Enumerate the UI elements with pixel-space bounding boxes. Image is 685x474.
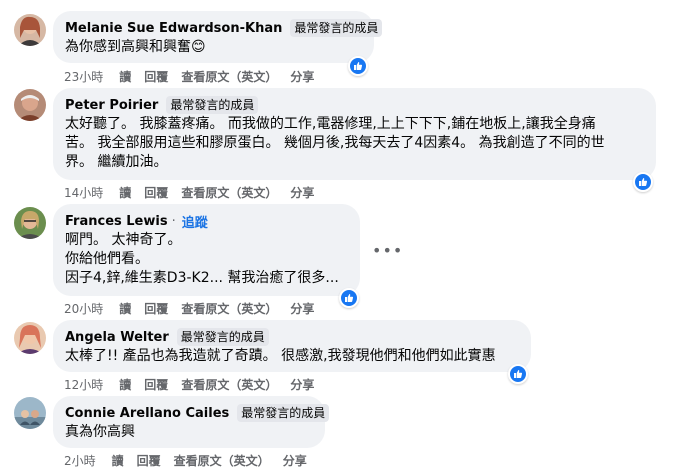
top-contributor-badge: 最常發言的成員	[237, 404, 330, 422]
like-reaction-icon[interactable]	[348, 56, 368, 76]
commenter-name[interactable]: Melanie Sue Edwardson-Khan	[65, 21, 282, 36]
reply-button[interactable]: 回覆	[144, 68, 168, 85]
reply-button[interactable]: 回覆	[144, 184, 168, 201]
follow-button[interactable]: 追蹤	[182, 212, 208, 231]
avatar[interactable]	[14, 207, 46, 239]
avatar[interactable]	[14, 397, 46, 429]
comment-text: 啊門。 太神奇了。 你給他們看。 因子4,鋅,維生素D3-K2... 幫我治癒了…	[65, 232, 339, 286]
comment-bubble: Frances Lewis · 追蹤 啊門。 太神奇了。 你給他們看。 因子4,…	[53, 204, 360, 296]
comment-actions: 20小時 讀 回覆 查看原文（英文） 分享	[64, 300, 314, 317]
top-contributor-badge: 最常發言的成員	[166, 96, 259, 114]
commenter-name[interactable]: Frances Lewis	[65, 214, 168, 229]
share-button[interactable]: 分享	[290, 376, 314, 393]
comment-bubble: Angela Welter 最常發言的成員 太棒了!! 產品也為我造就了奇蹟。 …	[53, 320, 531, 372]
share-button[interactable]: 分享	[290, 300, 314, 317]
comment-timestamp[interactable]: 23小時	[64, 68, 103, 85]
reply-button[interactable]: 回覆	[137, 452, 161, 469]
comment-text: 為你感到高興和興奮😊	[65, 39, 206, 55]
avatar[interactable]	[14, 14, 46, 46]
commenter-name[interactable]: Connie Arellano Cailes	[65, 406, 229, 421]
top-contributor-badge: 最常發言的成員	[290, 19, 383, 37]
comment-bubble: Peter Poirier 最常發言的成員 太好聽了。 我膝蓋疼痛。 而我做的工…	[53, 88, 656, 180]
like-reaction-icon[interactable]	[508, 364, 528, 384]
see-original-button[interactable]: 查看原文（英文）	[181, 68, 277, 85]
comment-timestamp[interactable]: 20小時	[64, 300, 103, 317]
comment-timestamp[interactable]: 2小時	[64, 452, 96, 469]
comment-text: 太好聽了。 我膝蓋疼痛。 而我做的工作,電器修理,上上下下下,鋪在地板上,讓我全…	[65, 116, 605, 170]
see-original-button[interactable]: 查看原文（英文）	[181, 184, 277, 201]
like-button[interactable]: 讀	[119, 300, 131, 317]
commenter-name[interactable]: Peter Poirier	[65, 98, 158, 113]
avatar[interactable]	[14, 322, 46, 354]
comment-text: 真為你高興	[65, 424, 135, 440]
top-contributor-badge: 最常發言的成員	[176, 328, 269, 346]
reply-button[interactable]: 回覆	[144, 376, 168, 393]
comment-bubble: Connie Arellano Cailes 最常發言的成員 真為你高興	[53, 396, 330, 448]
comment-text: 太棒了!! 產品也為我造就了奇蹟。 很感激,我發現他們和他們如此實惠	[65, 348, 496, 364]
like-reaction-icon[interactable]	[633, 172, 653, 192]
like-button[interactable]: 讀	[112, 452, 124, 469]
like-button[interactable]: 讀	[119, 376, 131, 393]
see-original-button[interactable]: 查看原文（英文）	[181, 300, 277, 317]
more-options-icon[interactable]: •••	[372, 241, 403, 260]
comment-actions: 23小時 讀 回覆 查看原文（英文） 分享	[64, 68, 314, 85]
like-reaction-icon[interactable]	[339, 288, 359, 308]
like-button[interactable]: 讀	[119, 184, 131, 201]
share-button[interactable]: 分享	[283, 452, 307, 469]
comment-timestamp[interactable]: 12小時	[64, 376, 103, 393]
comment-actions: 14小時 讀 回覆 查看原文（英文） 分享	[64, 184, 314, 201]
share-button[interactable]: 分享	[290, 184, 314, 201]
reply-button[interactable]: 回覆	[144, 300, 168, 317]
comment-actions: 12小時 讀 回覆 查看原文（英文） 分享	[64, 376, 314, 393]
see-original-button[interactable]: 查看原文（英文）	[174, 452, 270, 469]
share-button[interactable]: 分享	[290, 68, 314, 85]
comment-actions: 2小時 讀 回覆 查看原文（英文） 分享	[64, 452, 307, 469]
comment-timestamp[interactable]: 14小時	[64, 184, 103, 201]
see-original-button[interactable]: 查看原文（英文）	[181, 376, 277, 393]
commenter-name[interactable]: Angela Welter	[65, 330, 169, 345]
avatar[interactable]	[14, 89, 46, 121]
like-button[interactable]: 讀	[119, 68, 131, 85]
comment-bubble: Melanie Sue Edwardson-Khan 最常發言的成員 為你感到高…	[53, 11, 383, 63]
